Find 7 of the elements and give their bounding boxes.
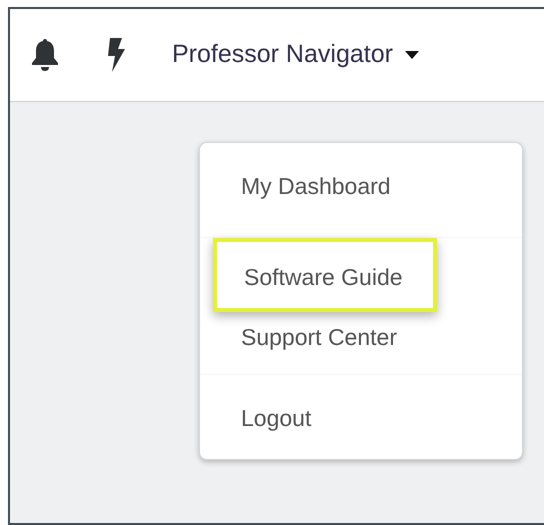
- user-menu-button[interactable]: Professor Navigator: [172, 36, 419, 74]
- menu-item[interactable]: Software Guide: [213, 238, 437, 312]
- menu-item[interactable]: My Dashboard: [200, 143, 391, 237]
- menu-item[interactable]: Logout: [200, 375, 312, 459]
- bell-icon[interactable]: [30, 37, 60, 73]
- menu-item[interactable]: Support Center: [200, 312, 397, 374]
- caret-icon: [404, 51, 419, 59]
